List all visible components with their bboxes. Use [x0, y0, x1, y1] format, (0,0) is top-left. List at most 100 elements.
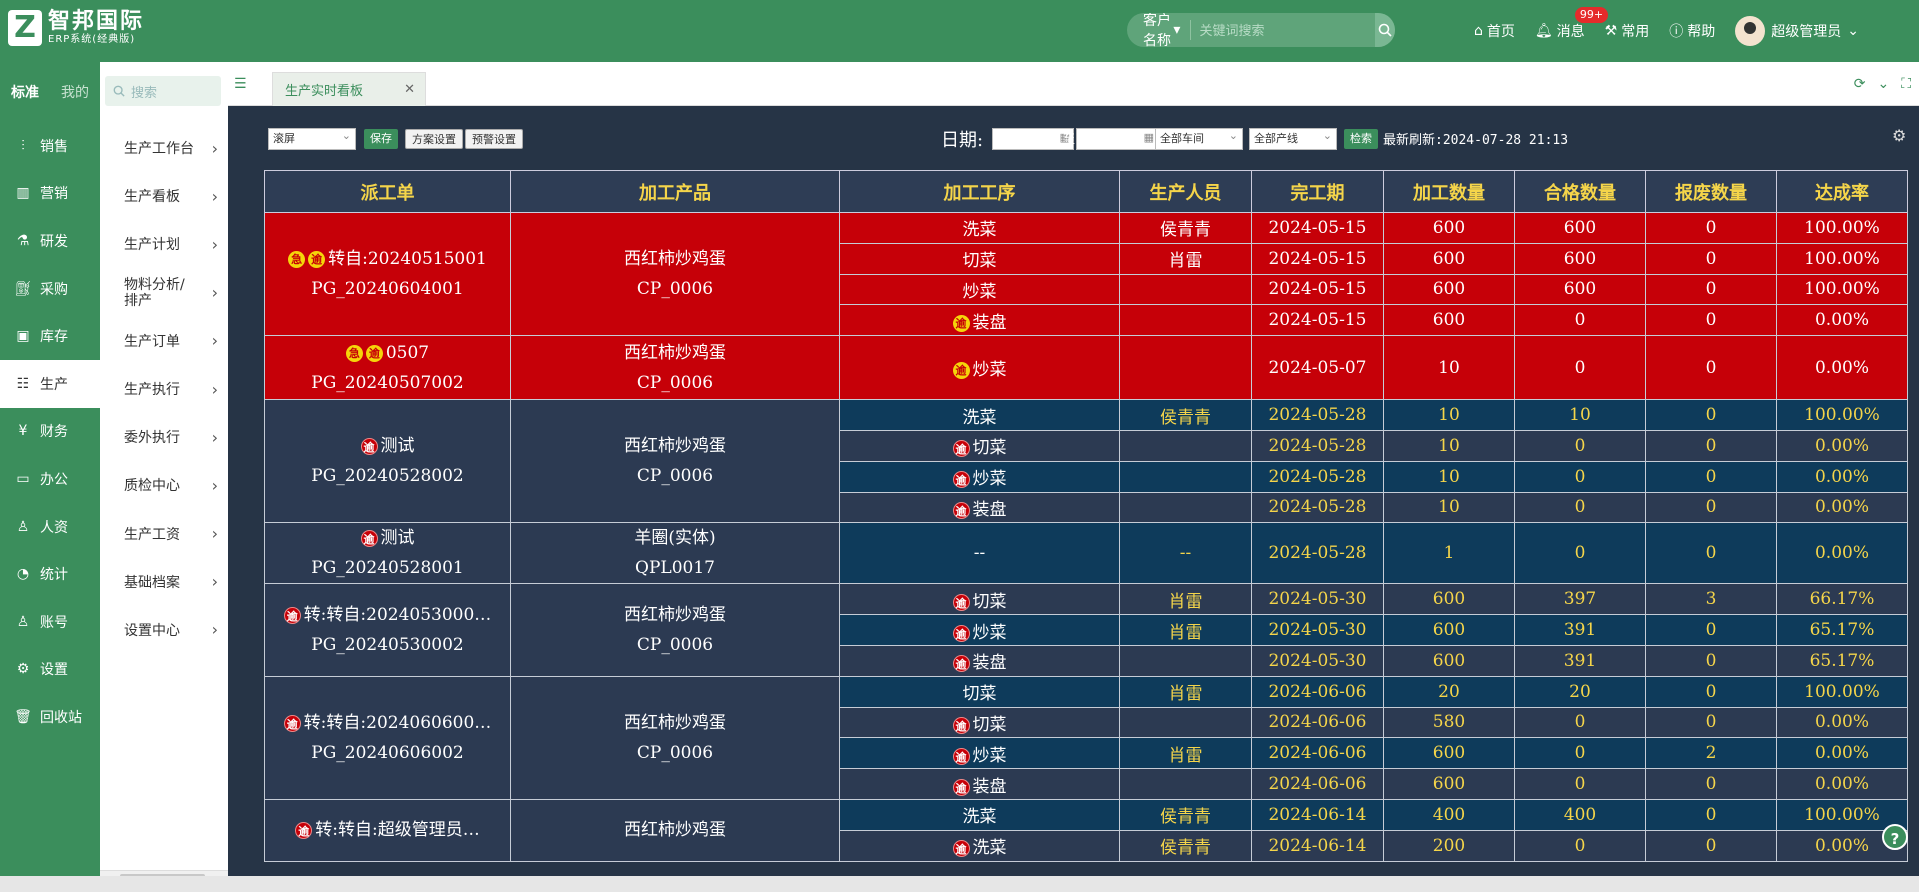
nav-messages[interactable]: 🔔︎ 消息 99+ [1535, 7, 1609, 41]
sidebar-item-purchase[interactable]: ⛽︎ 采购 [0, 265, 100, 313]
order-title: 转:转自:超级管理员… [315, 820, 480, 841]
tab-production-board[interactable]: 生产实时看板 ✕ [272, 72, 426, 106]
sidebar-item-recycle[interactable]: 🗑︎ 回收站 [0, 693, 100, 741]
qty-cell: 20 [1383, 675, 1515, 708]
sidebar-item-office[interactable]: ▭ 办公 [0, 455, 100, 503]
date-start-input[interactable] [992, 128, 1074, 150]
user-menu[interactable]: 超级管理员 ⌄ [1735, 16, 1859, 46]
line-select[interactable]: 全部产线 [1249, 126, 1337, 150]
qty-cell: 600 [1383, 737, 1515, 770]
sidebar-item-marketing[interactable]: ▥ 营销 [0, 170, 100, 218]
rate-cell: 65.17% [1776, 644, 1908, 677]
date-cell: 2024-06-06 [1251, 706, 1384, 739]
sidebar-item-account[interactable]: ♙ 账号 [0, 598, 100, 646]
dispatch-order-cell[interactable]: 逾转:转自:超级管理员… [264, 798, 511, 862]
chevron-down-icon[interactable]: ⌄ [1877, 76, 1889, 92]
nav-help-label: 帮助 [1687, 24, 1716, 40]
worker-cell: 肖雷 [1119, 583, 1252, 616]
scheme-settings-button[interactable]: 方案设置 [405, 129, 463, 149]
process-cell: -- [839, 522, 1120, 585]
submenu-label: 基础档案 [124, 574, 180, 591]
submenu-search-placeholder: 搜索 [131, 85, 158, 101]
sidebar-item-rd[interactable]: ⚗ 研发 [0, 217, 100, 265]
table-row[interactable]: 逾测试 PG_20240528001 羊圈(实体) QPL0017 -- -- 20… [264, 522, 1908, 585]
order-title: 测试 [380, 528, 415, 549]
rate-cell: 0.00% [1776, 491, 1908, 524]
page-horizontal-scrollbar[interactable] [0, 876, 1919, 892]
chart-icon: ⫶ [21, 137, 25, 154]
nav-home[interactable]: ⌂ 首页 [1474, 21, 1515, 41]
search-input[interactable] [1191, 13, 1376, 47]
search-button[interactable] [1375, 13, 1395, 47]
submenu-archives[interactable]: 基础档案 › [100, 558, 228, 606]
table-row[interactable]: 逾测试 PG_20240528002 西红柿炒鸡蛋 CP_0006 洗菜 侯青青 2… [264, 399, 1908, 524]
submenu-outsource[interactable]: 委外执行 › [100, 413, 228, 461]
alert-settings-button[interactable]: 预警设置 [465, 129, 523, 149]
sidebar-item-sales[interactable]: ⫶ 销售 [0, 122, 100, 170]
board-toolbar: 滚屏 保存 方案设置 预警设置 日期: 至 全部车间 全部产线 检索 最新刷新:… [268, 126, 1908, 152]
table-row[interactable]: 急逾转自:20240515001 PG_20240604001 西红柿炒鸡蛋 CP_… [264, 211, 1908, 337]
dispatch-order-cell[interactable]: 逾测试 PG_20240528002 [264, 399, 511, 524]
scrap-cell: 0 [1645, 675, 1777, 708]
dispatch-order-cell[interactable]: 急逾转自:20240515001 PG_20240604001 [264, 211, 511, 337]
sidebar-item-production[interactable]: ☷ 生产 [0, 359, 100, 408]
submenu-plan[interactable]: 生产计划 › [100, 220, 228, 268]
sidebar-item-inventory[interactable]: ▣ 库存 [0, 312, 100, 360]
dispatch-order-cell[interactable]: 逾测试 PG_20240528001 [264, 522, 511, 585]
pass-cell: 10 [1514, 399, 1646, 431]
tab-standard[interactable]: 标准 [0, 82, 50, 102]
workshop-select[interactable]: 全部车间 [1155, 126, 1243, 150]
submenu-settings[interactable]: 设置中心 › [100, 606, 228, 654]
submenu-workbench[interactable]: 生产工作台 › [100, 124, 228, 172]
sidebar-item-settings[interactable]: ⚙ 设置 [0, 646, 100, 694]
nav-help[interactable]: ⓘ 帮助 [1669, 21, 1715, 41]
refresh-icon[interactable]: ⟳ [1854, 76, 1866, 92]
tab-mine[interactable]: 我的 [50, 82, 100, 102]
chevron-down-icon: ⌄ [1847, 23, 1859, 39]
search-type-select[interactable]: 客户名称 ▾ [1127, 13, 1192, 47]
table-row[interactable]: 急逾 0507 PG_20240507002 西红柿炒鸡蛋 CP_0006 逾炒菜 2… [264, 335, 1908, 401]
warehouse-icon: ▣ [16, 328, 30, 345]
close-icon[interactable]: ✕ [404, 82, 415, 97]
pass-cell: 397 [1514, 583, 1646, 616]
process-cell: 切菜 [839, 675, 1120, 708]
sidebar-item-label: 人资 [40, 519, 68, 536]
worker-cell: 肖雷 [1119, 675, 1252, 708]
gear-icon[interactable]: ⚙ [1892, 126, 1906, 145]
yen-icon: ¥ [18, 423, 28, 440]
product-cell: 西红柿炒鸡蛋 [510, 798, 840, 862]
table-row[interactable]: 逾转:转自:超级管理员… 西红柿炒鸡蛋 洗菜 侯青青 2024-06-14 40… [264, 798, 1908, 862]
submenu-label: 生产执行 [124, 382, 180, 399]
submenu-material[interactable]: 物料分析/排产 › [100, 269, 228, 317]
search-button[interactable]: 检索 [1344, 129, 1378, 149]
submenu-wages[interactable]: 生产工资 › [100, 510, 228, 558]
sidebar-item-stats[interactable]: ◔ 统计 [0, 550, 100, 598]
rate-cell: 66.17% [1776, 583, 1908, 616]
table-row[interactable]: 逾转:转自:2024053000… PG_20240530002 西红柿炒鸡蛋 CP… [264, 583, 1908, 677]
date-cell: 2024-05-28 [1251, 522, 1384, 585]
qty-cell: 10 [1383, 399, 1515, 431]
fullscreen-icon[interactable]: ⛶ [1901, 76, 1911, 92]
submenu-qc[interactable]: 质检中心 › [100, 461, 228, 509]
save-button[interactable]: 保存 [364, 129, 398, 149]
process-cell: 逾装盘 [839, 644, 1120, 677]
date-end-input[interactable] [1076, 128, 1158, 150]
sidebar-item-finance[interactable]: ¥ 财务 [0, 408, 100, 456]
submenu-execution[interactable]: 生产执行 › [100, 365, 228, 413]
sidebar-item-hr[interactable]: ♙ 人资 [0, 503, 100, 551]
dispatch-order-cell[interactable]: 逾转:转自:2024053000… PG_20240530002 [264, 583, 511, 677]
submenu-board[interactable]: 生产看板 › [100, 172, 228, 220]
dispatch-order-cell[interactable]: 逾转:转自:2024060600… PG_20240606002 [264, 675, 511, 800]
table-row[interactable]: 逾转:转自:2024060600… PG_20240606002 西红柿炒鸡蛋 CP… [264, 675, 1908, 800]
pass-cell: 0 [1514, 737, 1646, 770]
logo[interactable]: Z 智邦国际 ERP系统(经典版) [8, 10, 144, 46]
col-header: 加工数量 [1383, 170, 1515, 213]
help-float-button[interactable]: ? [1882, 824, 1908, 850]
submenu-orders[interactable]: 生产订单 › [100, 317, 228, 365]
nav-common[interactable]: ⚒ 常用 [1605, 21, 1650, 41]
submenu-search[interactable]: 搜索 [105, 76, 221, 106]
pass-cell: 0 [1514, 829, 1646, 862]
collapse-menu-icon[interactable]: ☰ [234, 76, 247, 92]
dispatch-order-cell[interactable]: 急逾 0507 PG_20240507002 [264, 335, 511, 401]
scroll-mode-select[interactable]: 滚屏 [268, 126, 356, 150]
